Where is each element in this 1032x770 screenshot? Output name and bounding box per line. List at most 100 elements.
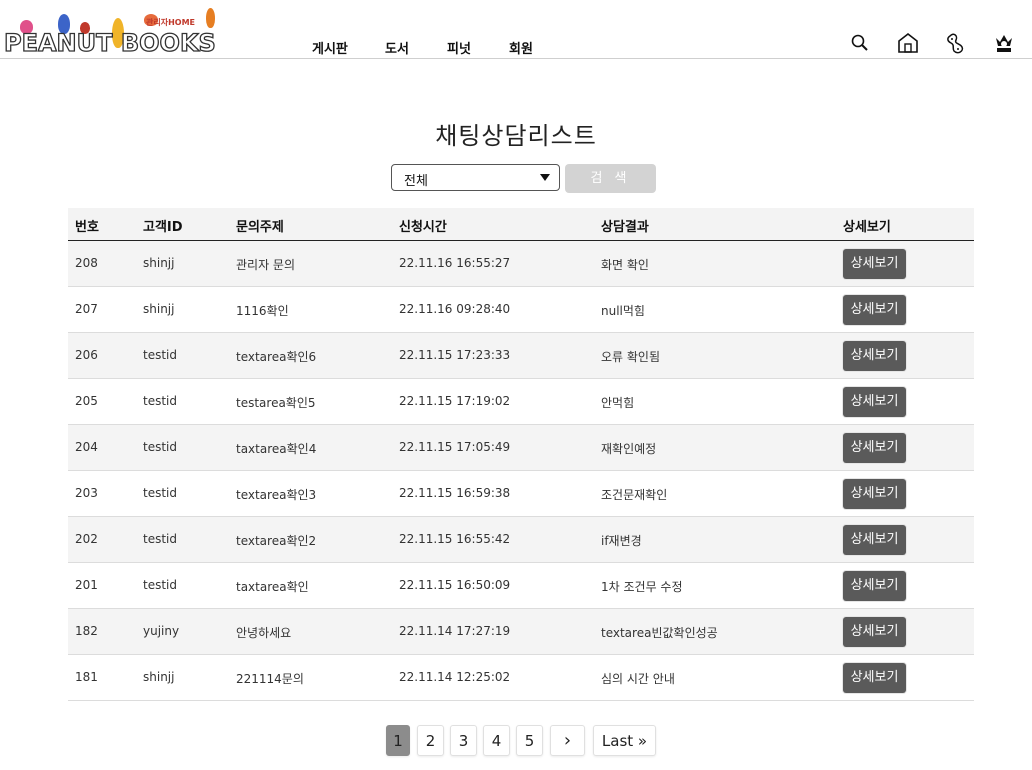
cell-result: 오류 확인됨	[601, 350, 661, 364]
peanut-books-logo[interactable]: 관리자HOME PEANUT BOOKS	[2, 6, 218, 57]
search-button[interactable]: 검 색	[565, 164, 656, 193]
cell-customer-id: shinjj	[143, 670, 175, 684]
detail-button[interactable]: 상세보기	[843, 341, 906, 371]
table-row: 207 shinjj 1116확인 22.11.16 09:28:40 null먹힘 상세…	[68, 287, 974, 333]
cell-result: textarea빈값확인성공	[601, 626, 718, 640]
nav-books[interactable]: 도서	[385, 38, 409, 57]
detail-button[interactable]: 상세보기	[843, 663, 906, 693]
last-page-button[interactable]: Last »	[593, 725, 656, 756]
table-row: 204 testid taxtarea확인4 22.11.15 17:05:49 재확인…	[68, 425, 974, 471]
col-customer-id: 고객ID	[143, 220, 183, 235]
cell-customer-id: shinjj	[143, 302, 175, 316]
col-topic: 문의주제	[236, 220, 284, 235]
detail-button[interactable]: 상세보기	[843, 617, 906, 647]
cell-customer-id: yujiny	[143, 624, 180, 638]
cell-topic: 관리자 문의	[236, 258, 296, 272]
detail-button[interactable]: 상세보기	[843, 387, 906, 417]
admin-home-label: 관리자HOME	[146, 18, 196, 27]
cell-topic: textarea확인6	[236, 350, 317, 364]
cell-result: 조건문재확인	[601, 488, 668, 502]
cell-number: 206	[75, 348, 98, 362]
cell-result: 심의 시간 안내	[601, 672, 675, 686]
page-4-button[interactable]: 4	[483, 725, 510, 756]
pagination: 1 2 3 4 5 › Last »	[0, 725, 1032, 757]
table-row: 203 testid textarea확인3 22.11.15 16:59:38 조건문…	[68, 471, 974, 517]
cell-request-time: 22.11.15 16:50:09	[399, 578, 511, 592]
col-result: 상담결과	[601, 220, 649, 235]
col-request-time: 신청시간	[399, 220, 447, 235]
cell-number: 202	[75, 532, 98, 546]
detail-button[interactable]: 상세보기	[843, 571, 906, 601]
cell-request-time: 22.11.16 09:28:40	[399, 302, 511, 316]
cell-result: 안먹힘	[601, 396, 635, 410]
table-row: 202 testid textarea확인2 22.11.15 16:55:42 if재…	[68, 517, 974, 563]
cell-customer-id: shinjj	[143, 256, 175, 270]
select-value: 전체	[404, 174, 428, 189]
table-row: 208 shinjj 관리자 문의 22.11.16 16:55:27 화면 확인 상세보…	[68, 241, 974, 287]
detail-button[interactable]: 상세보기	[843, 433, 906, 463]
cell-customer-id: testid	[143, 532, 177, 546]
nav-members[interactable]: 회원	[509, 38, 533, 57]
cell-request-time: 22.11.16 16:55:27	[399, 256, 511, 270]
admin-crown-icon[interactable]	[993, 32, 1015, 54]
category-select[interactable]: 전체	[391, 164, 560, 191]
cell-customer-id: testid	[143, 348, 177, 362]
cell-topic: taxtarea확인	[236, 580, 309, 594]
cell-result: null먹힘	[601, 304, 645, 318]
detail-button[interactable]: 상세보기	[843, 249, 906, 279]
cell-topic: 1116확인	[236, 304, 289, 318]
cell-number: 207	[75, 302, 98, 316]
nav-peanut[interactable]: 피넛	[447, 38, 471, 57]
cell-number: 181	[75, 670, 98, 684]
cell-topic: taxtarea확인4	[236, 442, 317, 456]
cell-number: 204	[75, 440, 98, 454]
col-number: 번호	[75, 220, 99, 235]
cell-customer-id: testid	[143, 394, 177, 408]
table-row: 181 shinjj 221114문의 22.11.14 12:25:02 심의 시간 …	[68, 655, 974, 701]
cell-topic: textarea확인2	[236, 534, 317, 548]
cell-request-time: 22.11.15 16:55:42	[399, 532, 511, 546]
search-icon[interactable]	[849, 32, 871, 54]
detail-button[interactable]: 상세보기	[843, 479, 906, 509]
cell-topic: testarea확인5	[236, 396, 316, 410]
cell-customer-id: testid	[143, 440, 177, 454]
next-page-button[interactable]: ›	[550, 725, 585, 756]
nav-board[interactable]: 게시판	[312, 38, 348, 57]
peanut-icon[interactable]	[945, 32, 967, 54]
cell-result: 재확인예정	[601, 442, 657, 456]
cell-topic: 안녕하세요	[236, 626, 292, 640]
mascot-icon	[206, 8, 215, 28]
cell-result: 1차 조건무 수정	[601, 580, 683, 594]
col-detail: 상세보기	[843, 220, 891, 235]
table-row: 201 testid taxtarea확인 22.11.15 16:50:09 1차 조…	[68, 563, 974, 609]
cell-request-time: 22.11.15 16:59:38	[399, 486, 511, 500]
consult-table: 번호 고객ID 문의주제 신청시간 상담결과 상세보기 208 shinjj 관리자…	[68, 208, 974, 701]
table-row: 206 testid textarea확인6 22.11.15 17:23:33 오류 …	[68, 333, 974, 379]
page-5-button[interactable]: 5	[516, 725, 543, 756]
cell-number: 203	[75, 486, 98, 500]
cell-number: 182	[75, 624, 98, 638]
logo-text: PEANUT BOOKS	[3, 29, 216, 57]
page-1-button[interactable]: 1	[386, 725, 410, 756]
detail-button[interactable]: 상세보기	[843, 295, 906, 325]
cell-request-time: 22.11.15 17:19:02	[399, 394, 511, 408]
cell-request-time: 22.11.14 17:27:19	[399, 624, 511, 638]
page-3-button[interactable]: 3	[450, 725, 477, 756]
cell-number: 208	[75, 256, 98, 270]
cell-request-time: 22.11.15 17:05:49	[399, 440, 511, 454]
cell-request-time: 22.11.15 17:23:33	[399, 348, 511, 362]
cell-number: 205	[75, 394, 98, 408]
cell-customer-id: testid	[143, 486, 177, 500]
table-row: 205 testid testarea확인5 22.11.15 17:19:02 안먹힘…	[68, 379, 974, 425]
detail-button[interactable]: 상세보기	[843, 525, 906, 555]
home-icon[interactable]	[897, 32, 919, 54]
cell-customer-id: testid	[143, 578, 177, 592]
cell-result: if재변경	[601, 534, 642, 548]
page-2-button[interactable]: 2	[417, 725, 444, 756]
cell-result: 화면 확인	[601, 258, 649, 272]
cell-number: 201	[75, 578, 98, 592]
cell-request-time: 22.11.14 12:25:02	[399, 670, 511, 684]
chevron-down-icon	[540, 174, 550, 181]
table-header: 번호 고객ID 문의주제 신청시간 상담결과 상세보기	[68, 208, 974, 241]
page-title: 채팅상담리스트	[435, 122, 597, 150]
